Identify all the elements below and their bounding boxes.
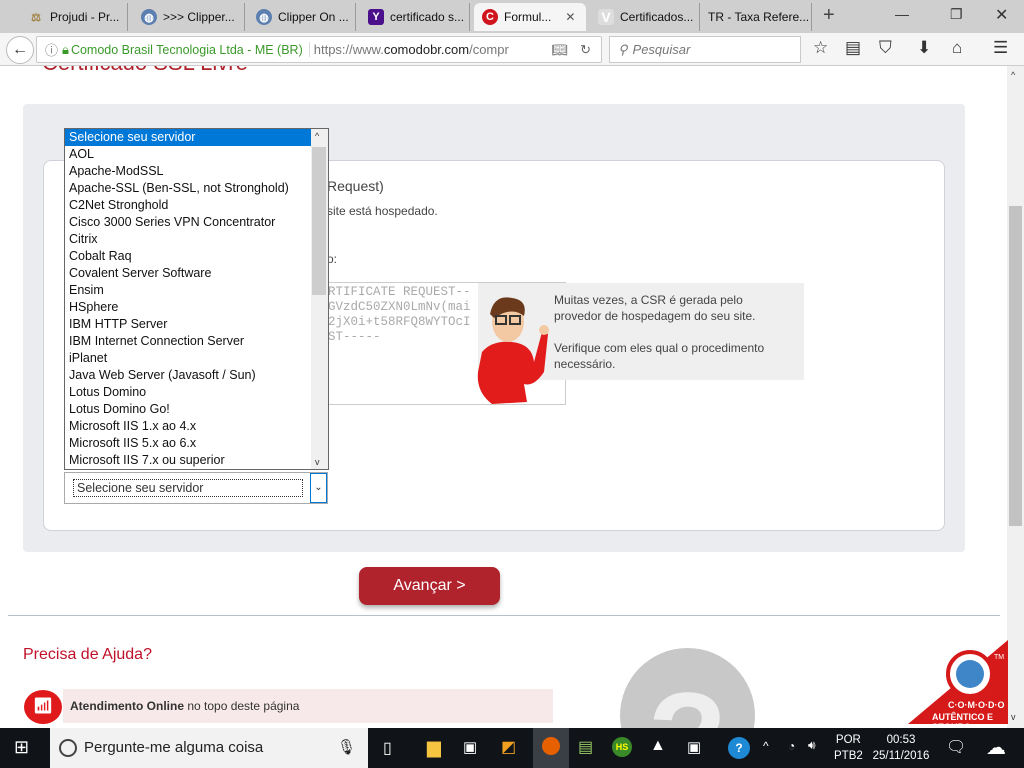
comodo-seal[interactable]: TM C·O·M·O·D·O AUTÊNTICO E SEGURO [908, 640, 1008, 732]
server-option[interactable]: Lotus Domino Go! [65, 401, 311, 418]
hosted-text: site está hospedado. [327, 204, 438, 218]
photos-icon[interactable]: ▲ [650, 737, 666, 755]
scales-icon: ⚖ [31, 11, 41, 24]
info-icon[interactable]: ⓘ [45, 40, 58, 59]
hs-app-icon[interactable]: HS [612, 737, 632, 757]
dropdown-scroll-thumb[interactable] [312, 147, 326, 295]
server-select[interactable]: Selecione seu servidor ⌄ [64, 472, 328, 504]
server-option[interactable]: Covalent Server Software [65, 265, 311, 282]
url-bar[interactable]: ⓘ 🔒︎ Comodo Brasil Tecnologia Ltda - ME … [36, 36, 602, 63]
restore-icon[interactable]: ❐ [950, 6, 963, 23]
server-option[interactable]: Ensim [65, 282, 311, 299]
server-option[interactable]: AOL [65, 146, 311, 163]
tab-yahoo[interactable]: Ycertificado s... [360, 3, 470, 31]
yahoo-icon: Y [368, 9, 384, 25]
close-tab-icon[interactable]: ✕ [565, 10, 575, 24]
globe-icon: ◍ [256, 9, 272, 25]
chevron-down-icon[interactable]: ⌄ [310, 473, 327, 503]
tab-formulario[interactable]: C Formul... ✕ [474, 3, 586, 31]
server-dropdown-list[interactable]: Selecione seu servidor AOL Apache-ModSSL Ap… [64, 128, 329, 470]
v-icon: V [598, 9, 614, 25]
scrollbar-thumb[interactable] [1009, 206, 1022, 526]
server-option[interactable]: Selecione seu servidor [65, 129, 311, 146]
server-option[interactable]: iPlanet [65, 350, 311, 367]
task-view-icon[interactable]: ▯ [383, 738, 392, 758]
server-option[interactable]: IBM Internet Connection Server [65, 333, 311, 350]
reader-view-icon[interactable]: 📖︎ [552, 42, 569, 58]
pocket-icon[interactable]: ⛉ [879, 38, 892, 58]
clock[interactable]: 00:53 25/11/2016 [870, 732, 932, 764]
question-mark-graphic: ? [620, 648, 755, 728]
search-icon: ⚲ [618, 41, 628, 57]
reload-icon[interactable]: ↻ [580, 42, 591, 58]
bookmark-star-icon[interactable]: ☆ [813, 38, 828, 58]
outlook-icon[interactable]: ◩ [501, 737, 516, 757]
tab-projudi[interactable]: ⚖ Projudi - Pr... [20, 3, 128, 31]
windows-start-icon[interactable]: ⊞ [14, 737, 29, 758]
lock-icon: 🔒︎ [62, 41, 69, 57]
chat-icon: 📶︎ [24, 690, 62, 724]
scroll-down-icon[interactable]: v [1011, 712, 1016, 722]
globe-icon: ◍ [141, 9, 157, 25]
server-option[interactable]: Microsoft IIS 1.x ao 4.x [65, 418, 311, 435]
tab-tr[interactable]: TR - Taxa Refere... [700, 3, 812, 31]
server-option[interactable]: Apache-SSL (Ben-SSL, not Stronghold) [65, 180, 311, 197]
terminal-icon-2[interactable]: ▣ [687, 738, 701, 756]
help-title: Precisa de Ajuda? [23, 646, 152, 663]
server-option[interactable]: Microsoft IIS 7.x ou superior [65, 452, 311, 469]
next-button[interactable]: Avançar > [359, 567, 500, 605]
cortana-icon [59, 739, 77, 757]
reading-list-icon[interactable]: ▤ [845, 38, 861, 58]
wifi-icon[interactable]: ◔ [788, 739, 795, 753]
back-button[interactable]: ← [6, 36, 34, 64]
minimize-icon[interactable]: — [895, 6, 909, 22]
server-option[interactable]: Cobalt Raq [65, 248, 311, 265]
tab-certificados[interactable]: V Certificados... [590, 3, 700, 31]
server-option[interactable]: C2Net Stronghold [65, 197, 311, 214]
microphone-icon: 🎙︎ [336, 739, 356, 756]
server-option[interactable]: Apache-ModSSL [65, 163, 311, 180]
notifications-icon[interactable]: 🗨︎ [946, 737, 966, 757]
tab-clipper-1[interactable]: ◍ >>> Clipper... [133, 3, 245, 31]
menu-icon[interactable]: ☰ [993, 38, 1008, 58]
divider [8, 615, 1000, 616]
search-input[interactable]: ⚲ Pesquisar [609, 36, 801, 63]
server-option[interactable]: Lotus Domino [65, 384, 311, 401]
close-window-icon[interactable]: ✕ [995, 5, 1008, 25]
notepad-icon[interactable]: ▤ [578, 737, 593, 757]
online-support-row[interactable]: Atendimento Online no topo deste página [63, 689, 553, 723]
tab-bar: ⚖ Projudi - Pr... ◍ >>> Clipper... ◍ Clippe… [0, 0, 1024, 33]
server-option[interactable]: HSphere [65, 299, 311, 316]
tab-clipper-2[interactable]: ◍ Clipper On ... [248, 3, 356, 31]
scroll-up-icon[interactable]: ^ [1011, 70, 1015, 80]
mascot-illustration [477, 297, 549, 404]
page-title: Certificado SSL Livre [42, 66, 248, 76]
server-option[interactable]: Java Web Server (Javasoft / Sun) [65, 367, 311, 384]
language-indicator[interactable]: POR PTB2 [834, 732, 863, 764]
dropdown-scrollbar[interactable]: ^ v [311, 129, 328, 469]
file-explorer-icon[interactable]: ▆ [427, 737, 441, 758]
tray-chevron-icon[interactable]: ^ [763, 739, 769, 753]
page-scrollbar[interactable]: ^ v [1007, 66, 1024, 728]
home-icon[interactable]: ⌂ [952, 38, 962, 58]
new-tab-icon[interactable]: + [823, 4, 835, 27]
terminal-icon[interactable]: ▣ [463, 738, 477, 756]
server-option[interactable]: IBM HTTP Server [65, 316, 311, 333]
server-option[interactable]: Citrix [65, 231, 311, 248]
help-icon[interactable]: ? [728, 737, 750, 759]
taskbar: ⊞ Pergunte-me alguma coisa 🎙︎ ▯ ▆ ▣ ◩ ▤ H… [0, 728, 1024, 768]
weather-icon[interactable]: ☁ [986, 735, 1006, 760]
comodo-icon: C [482, 9, 498, 25]
volume-icon[interactable]: 🔊︎ [808, 738, 816, 753]
server-option[interactable]: Microsoft IIS 5.x ao 6.x [65, 435, 311, 452]
section-title: Request) [327, 178, 384, 194]
firefox-taskbar[interactable] [533, 728, 569, 768]
server-option[interactable]: Cisco 3000 Series VPN Concentrator [65, 214, 311, 231]
download-icon[interactable]: ⬇ [917, 38, 931, 58]
cortana-search[interactable]: Pergunte-me alguma coisa 🎙︎ [50, 728, 368, 768]
